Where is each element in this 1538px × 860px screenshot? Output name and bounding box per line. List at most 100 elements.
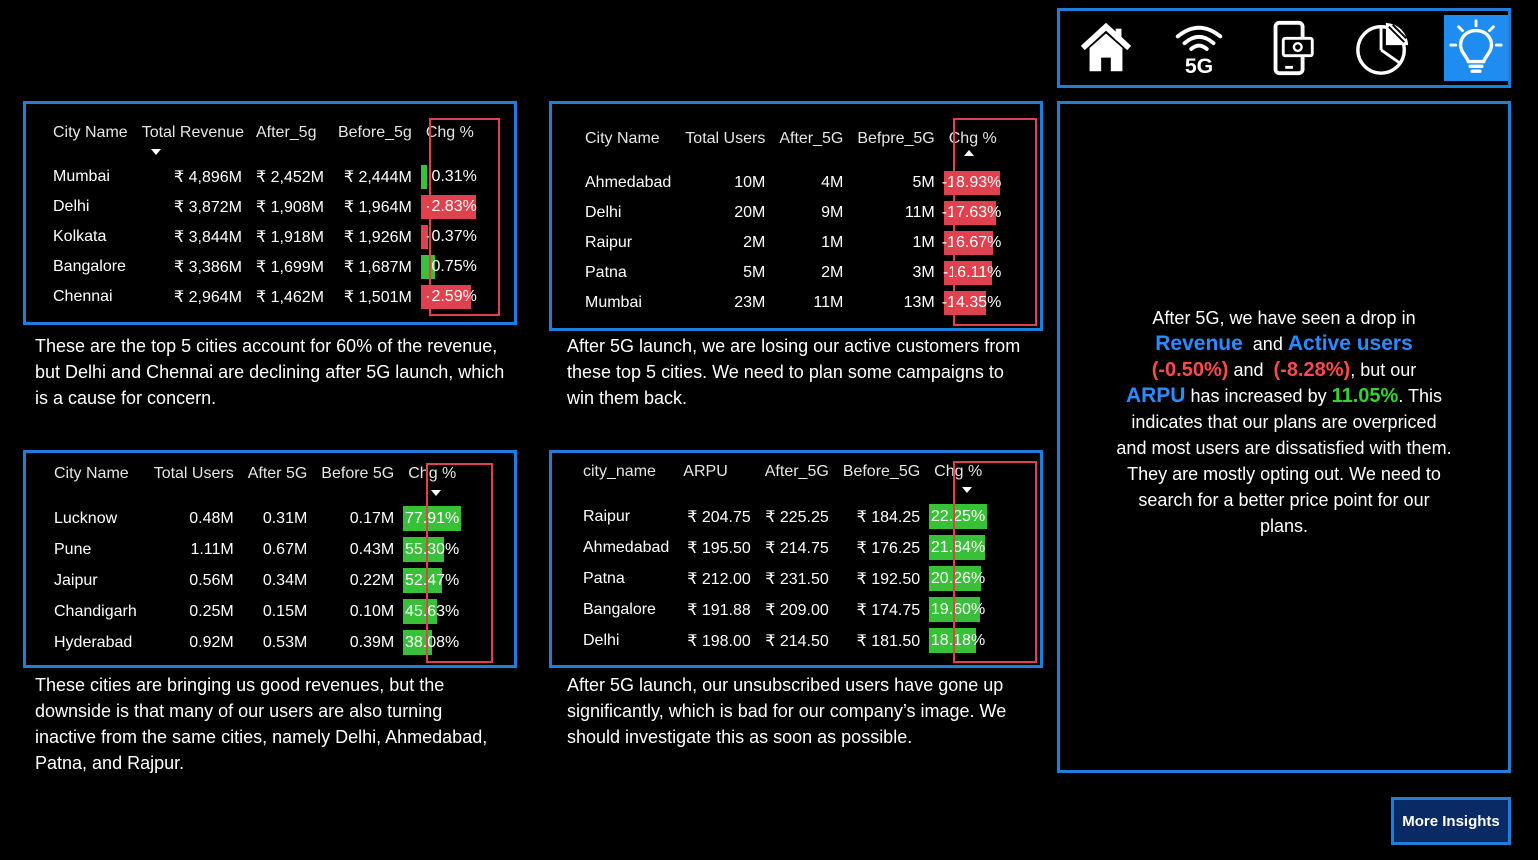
- col-city-name[interactable]: City Name: [578, 130, 678, 168]
- sort-asc-icon: [964, 150, 974, 156]
- col-arpu[interactable]: ARPU: [676, 463, 757, 501]
- insight-and1: and: [1252, 334, 1283, 354]
- table-row[interactable]: Kolkata ₹ 3,844M ₹ 1,918M ₹ 1,926M -0.37%: [46, 222, 485, 252]
- chg-pct-cell: 55.30%: [401, 534, 467, 565]
- city-name-cell: Chennai: [53, 288, 113, 305]
- insight-arpu: ARPU: [1125, 384, 1186, 407]
- table-row[interactable]: Patna ₹ 212.00 ₹ 231.50 ₹ 192.50 20.26%: [576, 563, 993, 594]
- col-chg-pct[interactable]: Chg %: [419, 124, 485, 162]
- col-total-users[interactable]: Total Users: [147, 465, 241, 503]
- more-insights-button[interactable]: More Insights: [1391, 797, 1511, 845]
- chg-value: 21.84%: [930, 538, 986, 556]
- insight-arpu-chg: 11.05%: [1331, 385, 1399, 407]
- chg-value: 55.30%: [404, 540, 460, 558]
- sort-desc-icon: [431, 490, 441, 496]
- before-5g-cell: 0.17M: [349, 509, 395, 527]
- chg-value: 45.63%: [404, 602, 460, 620]
- total-cell: 23M: [734, 294, 766, 311]
- table-row[interactable]: Chennai ₹ 2,964M ₹ 1,462M ₹ 1,501M -2.59%: [46, 282, 485, 312]
- chg-value: -2.83%: [426, 198, 477, 215]
- col-before-5g[interactable]: Befpre_5G: [850, 130, 941, 168]
- col-after-5g[interactable]: After_5g: [249, 124, 331, 162]
- col-chg-pct[interactable]: Chg %: [927, 463, 993, 501]
- chg-pct-cell: 45.63%: [401, 596, 467, 627]
- chg-value: 19.60%: [930, 600, 986, 618]
- table-row[interactable]: Lucknow 0.48M 0.31M 0.17M 77.91%: [47, 503, 467, 534]
- city-name-cell: Bangalore: [53, 258, 126, 275]
- col-after-5g[interactable]: After_5G: [772, 130, 850, 168]
- table-row[interactable]: Mumbai ₹ 4,896M ₹ 2,452M ₹ 2,444M 0.31%: [46, 162, 485, 192]
- table-row[interactable]: Bangalore ₹ 191.88 ₹ 209.00 ₹ 174.75 19.60%: [576, 594, 993, 625]
- col-city-name[interactable]: City Name: [46, 124, 135, 162]
- sort-desc-icon: [962, 487, 972, 493]
- table-row[interactable]: Hyderabad 0.92M 0.53M 0.39M 38.08%: [47, 627, 467, 658]
- col-city-name[interactable]: City Name: [47, 465, 147, 503]
- city-name-cell: Mumbai: [53, 168, 110, 185]
- nav-5g-button[interactable]: 5G: [1166, 15, 1230, 81]
- after-5g-cell: 1M: [821, 234, 844, 251]
- after-5g-cell: 9M: [821, 204, 844, 221]
- 5g-label: 5G: [1184, 54, 1212, 77]
- after-5g-cell: ₹ 1,462M: [255, 289, 324, 306]
- table-row[interactable]: Delhi ₹ 198.00 ₹ 214.50 ₹ 181.50 18.18%: [576, 625, 993, 656]
- total-cell: 0.25M: [189, 602, 234, 620]
- after-5g-cell: ₹ 209.00: [765, 601, 829, 619]
- table-row[interactable]: Raipur ₹ 204.75 ₹ 225.25 ₹ 184.25 22.25%: [576, 501, 993, 532]
- after-5g-cell: 2M: [821, 264, 844, 281]
- before-5g-cell: ₹ 184.25: [856, 508, 921, 526]
- nav-mobile-payment-button[interactable]: [1259, 15, 1323, 81]
- insight-users-chg: (-8.28%): [1273, 359, 1351, 381]
- col-total-revenue[interactable]: Total Revenue: [135, 124, 249, 162]
- col-before-5g[interactable]: Before 5G: [314, 465, 401, 503]
- table-row[interactable]: Pune 1.11M 0.67M 0.43M 55.30%: [47, 534, 467, 565]
- total-cell: 5M: [743, 264, 766, 281]
- table-row[interactable]: Bangalore ₹ 3,386M ₹ 1,699M ₹ 1,687M 0.75%: [46, 252, 485, 282]
- before-5g-cell: 0.22M: [349, 571, 395, 589]
- total-cell: ₹ 195.50: [687, 539, 751, 557]
- nav-pie-chart-button[interactable]: [1351, 15, 1415, 81]
- table-row[interactable]: Ahmedabad ₹ 195.50 ₹ 214.75 ₹ 176.25 21.84%: [576, 532, 993, 563]
- key-insight-panel: After 5G, we have seen a drop in Revenue…: [1057, 101, 1511, 773]
- active-users-caption: After 5G launch, we are losing our activ…: [567, 336, 1021, 408]
- chg-value: 0.75%: [431, 258, 477, 275]
- chg-pct-cell: 38.08%: [401, 627, 467, 658]
- city-name-cell: Raipur: [583, 507, 631, 525]
- chg-pct-cell: 18.18%: [927, 625, 993, 656]
- table-row[interactable]: Delhi ₹ 3,872M ₹ 1,908M ₹ 1,964M -2.83%: [46, 192, 485, 222]
- chg-pct-cell: 21.84%: [927, 532, 993, 563]
- table-row[interactable]: Chandigarh 0.25M 0.15M 0.10M 45.63%: [47, 596, 467, 627]
- chg-pct-cell: 0.31%: [419, 162, 485, 192]
- city-name-cell: Delhi: [583, 631, 620, 649]
- insight-line1: After 5G, we have seen a drop in: [1152, 308, 1416, 328]
- before-5g-cell: ₹ 192.50: [856, 570, 921, 588]
- total-cell: 1.11M: [190, 540, 234, 558]
- table-row[interactable]: Ahmedabad 10M 4M 5M -18.93%: [578, 168, 1009, 198]
- table-row[interactable]: Patna 5M 2M 3M -16.11%: [578, 258, 1009, 288]
- arpu-table-body: Raipur ₹ 204.75 ₹ 225.25 ₹ 184.25 22.25% Ahme…: [576, 501, 993, 656]
- col-city-name[interactable]: city_name: [576, 463, 676, 501]
- col-chg-pct[interactable]: Chg %: [942, 130, 1010, 168]
- col-total-users[interactable]: Total Users: [678, 130, 772, 168]
- total-cell: 0.92M: [189, 633, 234, 651]
- nav-insights-button[interactable]: [1443, 15, 1509, 81]
- col-chg-pct[interactable]: Chg %: [401, 465, 467, 503]
- after-5g-cell: 4M: [821, 174, 844, 191]
- col-before-5g[interactable]: Before_5g: [331, 124, 419, 162]
- table-row[interactable]: Raipur 2M 1M 1M -16.67%: [578, 228, 1009, 258]
- page-navigation: 5G: [1057, 8, 1511, 88]
- table-row[interactable]: Mumbai 23M 11M 13M -14.35%: [578, 288, 1009, 318]
- after-5g-cell: ₹ 1,699M: [255, 259, 324, 276]
- before-5g-cell: ₹ 1,926M: [343, 229, 412, 246]
- total-cell: ₹ 3,844M: [173, 229, 242, 246]
- nav-home-button[interactable]: [1074, 15, 1138, 81]
- revenue-table-panel: City Name Total Revenue After_5g Before_…: [23, 101, 517, 325]
- col-after-5g[interactable]: After 5G: [241, 465, 315, 503]
- before-5g-cell: 0.10M: [349, 602, 395, 620]
- table-row[interactable]: Delhi 20M 9M 11M -17.63%: [578, 198, 1009, 228]
- table-row[interactable]: Jaipur 0.56M 0.34M 0.22M 52.47%: [47, 565, 467, 596]
- city-name-cell: Ahmedabad: [583, 538, 670, 556]
- lightbulb-icon: [1449, 19, 1503, 73]
- chg-value: -2.59%: [426, 288, 477, 305]
- col-after-5g[interactable]: After_5G: [758, 463, 836, 501]
- col-before-5g[interactable]: Before_5G: [836, 463, 927, 501]
